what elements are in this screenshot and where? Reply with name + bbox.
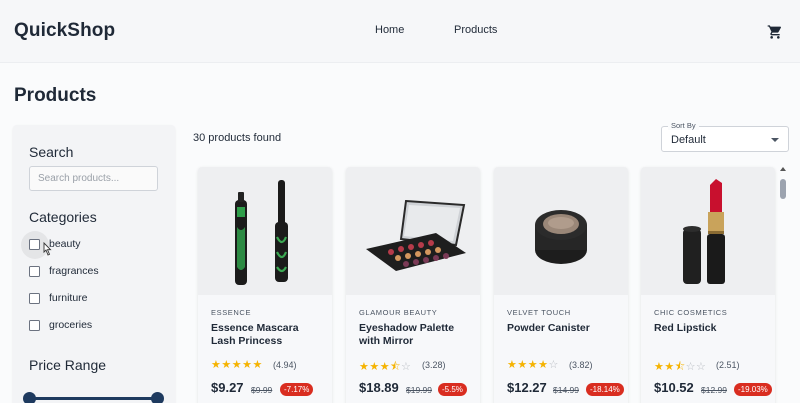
product-name[interactable]: Eyeshadow Palette with Mirror	[359, 322, 471, 348]
brand-logo[interactable]: QuickShop	[14, 20, 115, 42]
price-range-slider-track[interactable]	[29, 397, 157, 400]
sort-value: Default	[671, 134, 706, 146]
product-list-scrollbar[interactable]	[779, 167, 787, 403]
category-checkbox[interactable]	[29, 239, 40, 250]
discount-badge: -19.03%	[734, 383, 772, 396]
rating-value: (3.28)	[422, 360, 446, 370]
product-card[interactable]: CHIC COSMETICS Red Lipstick ★★⯪☆☆ (2.51)…	[641, 167, 775, 403]
search-input[interactable]	[30, 167, 157, 190]
original-price: $19.99	[406, 385, 432, 395]
product-card[interactable]: GLAMOUR BEAUTY Eyeshadow Palette with Mi…	[346, 167, 480, 403]
rating-value: (3.82)	[569, 360, 593, 370]
product-name[interactable]: Powder Canister	[507, 322, 619, 335]
product-brand: ESSENCE	[211, 308, 252, 317]
rating-value: (2.51)	[716, 360, 740, 370]
sort-label: Sort By	[668, 121, 699, 130]
category-label: fragrances	[49, 265, 99, 277]
original-price: $12.99	[701, 385, 727, 395]
category-label: beauty	[49, 238, 81, 250]
category-checkbox[interactable]	[29, 293, 40, 304]
filter-sidebar: Search Categories beauty fragrances furn…	[13, 125, 175, 403]
star-rating-icon: ★★⯪☆☆	[654, 361, 707, 373]
mouse-pointer-icon	[43, 242, 52, 256]
product-image	[494, 167, 628, 295]
discount-badge: -18.14%	[586, 383, 624, 396]
sort-select[interactable]: Sort By Default	[661, 121, 789, 152]
product-brand: GLAMOUR BEAUTY	[359, 308, 438, 317]
category-checkbox[interactable]	[29, 320, 40, 331]
product-price: $9.27	[211, 380, 244, 395]
results-count: 30 products found	[193, 132, 282, 144]
product-card[interactable]: ESSENCE Essence Mascara Lash Princess ★★…	[198, 167, 332, 403]
discount-badge: -5.5%	[438, 383, 467, 396]
nav-products-link[interactable]: Products	[454, 24, 497, 36]
original-price: $9.99	[251, 385, 273, 395]
star-rating-icon: ★★★★★	[211, 359, 263, 371]
nav-home-link[interactable]: Home	[375, 24, 404, 36]
price-min-thumb[interactable]	[23, 392, 36, 403]
original-price: $14.99	[553, 385, 579, 395]
product-image	[641, 167, 775, 295]
category-checkbox[interactable]	[29, 266, 40, 277]
scroll-up-arrow-icon[interactable]	[780, 167, 786, 171]
top-app-bar: QuickShop Home Products	[0, 0, 800, 63]
star-rating-icon: ★★★★☆	[507, 359, 559, 371]
dropdown-caret-icon	[771, 138, 779, 142]
category-label: groceries	[49, 319, 93, 331]
product-card[interactable]: VELVET TOUCH Powder Canister ★★★★☆ (3.82…	[494, 167, 628, 403]
category-label: furniture	[49, 292, 88, 304]
product-name[interactable]: Red Lipstick	[654, 322, 766, 335]
categories-heading: Categories	[29, 209, 97, 225]
page-title: Products	[14, 85, 97, 106]
product-price: $18.89	[359, 380, 399, 395]
product-price: $12.27	[507, 380, 547, 395]
discount-badge: -7.17%	[280, 383, 314, 396]
price-range-heading: Price Range	[29, 357, 107, 373]
product-name[interactable]: Essence Mascara Lash Princess	[211, 322, 323, 348]
cart-icon[interactable]	[766, 24, 784, 40]
search-heading: Search	[29, 144, 74, 160]
product-price: $10.52	[654, 380, 694, 395]
product-brand: VELVET TOUCH	[507, 308, 571, 317]
star-rating-icon: ★★★⯪☆	[359, 361, 412, 373]
rating-value: (4.94)	[273, 360, 297, 370]
product-brand: CHIC COSMETICS	[654, 308, 728, 317]
price-max-thumb[interactable]	[151, 392, 164, 403]
product-image	[198, 167, 332, 295]
scrollbar-thumb[interactable]	[780, 179, 786, 199]
search-field[interactable]	[29, 166, 158, 191]
product-image	[346, 167, 480, 295]
